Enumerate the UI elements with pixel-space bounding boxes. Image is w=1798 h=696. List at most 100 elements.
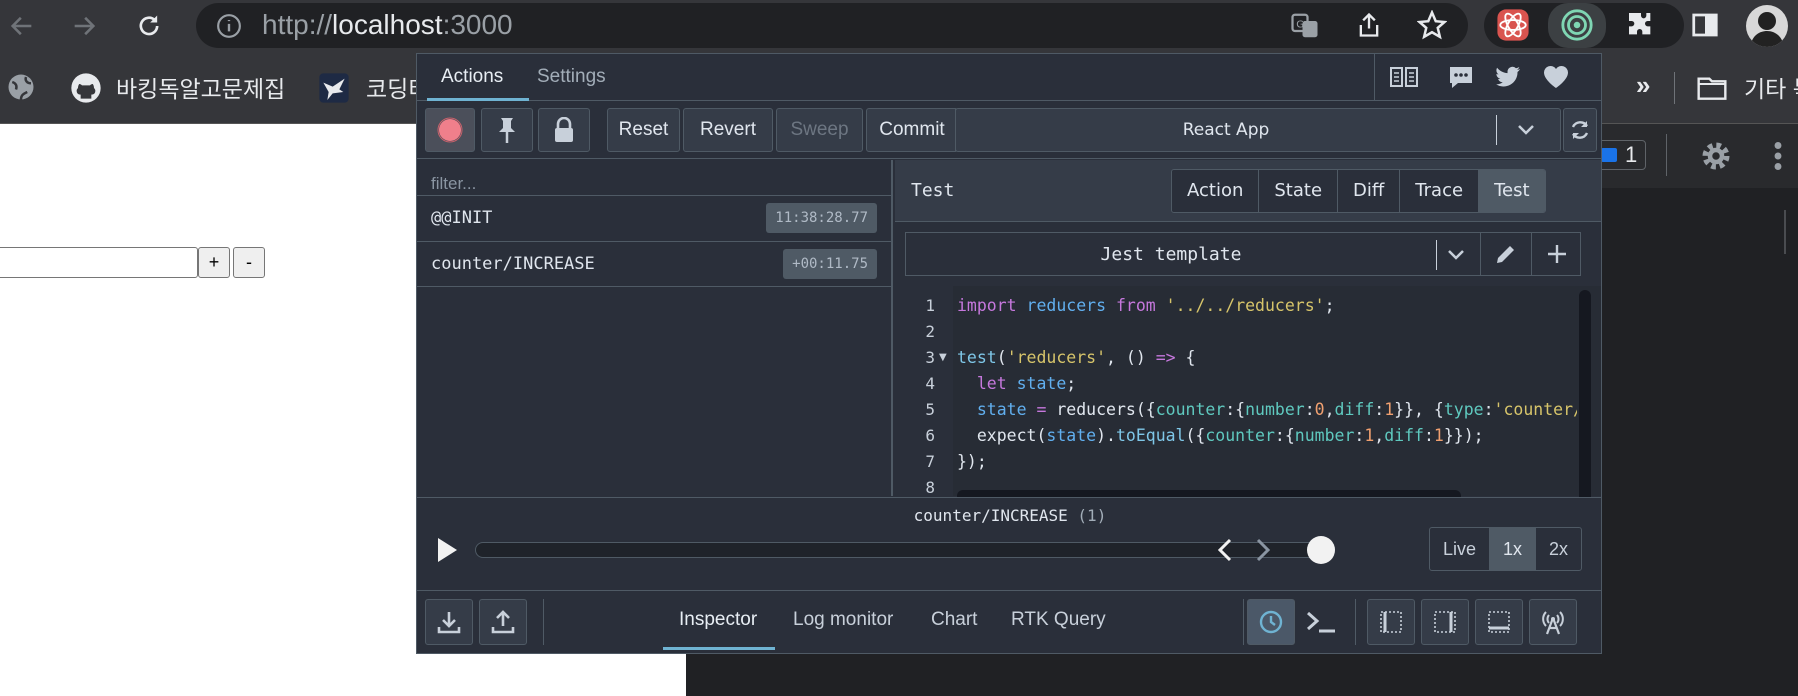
code-editor[interactable]: 1 2 3 ▼ 4 5 6 7 8 import reducers from '…: [895, 286, 1601, 510]
speed-live[interactable]: Live: [1430, 528, 1489, 570]
number-input[interactable]: [0, 247, 198, 278]
step-forward-icon[interactable]: [1255, 538, 1271, 562]
bookmark-3[interactable]: 기타 북: [1744, 70, 1798, 104]
slider-knob[interactable]: [1307, 536, 1335, 564]
chevron-down-icon: [1518, 125, 1534, 135]
profile-avatar[interactable]: [1746, 5, 1788, 47]
upload-icon: [491, 610, 515, 634]
plus-icon: [1548, 245, 1566, 263]
step-back-icon[interactable]: [1217, 538, 1233, 562]
increase-button[interactable]: +: [198, 247, 230, 278]
history-icon: [1259, 610, 1283, 634]
twitter-icon[interactable]: [1493, 63, 1523, 91]
book-icon[interactable]: [1389, 63, 1419, 91]
devtools-resizer[interactable]: [1784, 210, 1786, 254]
mode-test[interactable]: Test: [1478, 170, 1545, 212]
url-port: :3000: [442, 9, 513, 40]
speed-2x[interactable]: 2x: [1535, 528, 1581, 570]
add-template-button[interactable]: [1532, 233, 1582, 275]
monitor-rtk-query[interactable]: RTK Query: [1011, 609, 1106, 631]
monitor-log[interactable]: Log monitor: [793, 609, 893, 631]
heart-icon[interactable]: [1541, 63, 1571, 91]
dock-bottom-icon: [1488, 611, 1510, 633]
share-icon[interactable]: [1355, 10, 1383, 40]
folder-icon: [1697, 77, 1727, 100]
gear-icon[interactable]: [1698, 138, 1734, 174]
issues-count: 1: [1625, 142, 1638, 167]
bird-icon: [319, 73, 349, 103]
pin-icon: [499, 118, 515, 143]
info-icon[interactable]: [216, 13, 242, 39]
footer-bar: Inspector Log monitor Chart RTK Query: [417, 590, 1601, 653]
redux-devtools-popup: Actions Settings Reset Revert Sweep Comm…: [416, 53, 1602, 654]
url-text[interactable]: http://localhost:3000: [262, 8, 513, 42]
forward-button[interactable]: [64, 6, 104, 46]
reload-button[interactable]: [129, 6, 169, 46]
slider-track[interactable]: [475, 542, 1335, 558]
slider-action: counter/INCREASE: [913, 506, 1068, 525]
export-button[interactable]: [479, 599, 527, 645]
bookmark-2[interactable]: 코딩터: [366, 70, 420, 104]
dock-right-button[interactable]: [1421, 599, 1469, 645]
filter-input[interactable]: filter...: [431, 174, 476, 194]
sweep-button[interactable]: Sweep: [776, 108, 863, 152]
translate-icon[interactable]: G: [1290, 11, 1320, 41]
commit-button[interactable]: Commit: [866, 108, 958, 152]
template-select[interactable]: Jest template: [905, 232, 1581, 276]
tab-settings[interactable]: Settings: [537, 66, 606, 88]
side-panel-icon[interactable]: [1690, 10, 1720, 40]
decrease-button[interactable]: -: [233, 247, 265, 278]
redux-devtools-icon[interactable]: [1560, 8, 1594, 42]
footer-divider: [1355, 599, 1356, 645]
antenna-icon: [1542, 611, 1564, 635]
speed-1x[interactable]: 1x: [1489, 528, 1536, 570]
lock-button[interactable]: [538, 108, 590, 152]
inspector-title: Test: [911, 180, 955, 201]
mode-diff[interactable]: Diff: [1337, 170, 1400, 212]
kebab-menu-icon[interactable]: [1770, 138, 1786, 174]
bookmarks-overflow[interactable]: »: [1636, 70, 1650, 101]
url-scheme: http://: [262, 9, 333, 40]
instance-name: React App: [1182, 120, 1270, 140]
bookmark-star-icon[interactable]: [1417, 10, 1447, 40]
issues-badge[interactable]: 1: [1596, 140, 1646, 170]
chat-icon[interactable]: [1446, 63, 1476, 91]
persist-button[interactable]: [481, 108, 533, 152]
record-icon: [437, 117, 463, 143]
react-devtools-icon[interactable]: [1496, 8, 1530, 42]
mode-action[interactable]: Action: [1172, 170, 1259, 212]
mode-state[interactable]: State: [1258, 170, 1338, 212]
action-time: +00:11.75: [783, 249, 877, 279]
monitor-inspector[interactable]: Inspector: [679, 609, 757, 631]
mode-trace[interactable]: Trace: [1399, 170, 1479, 212]
globe-icon[interactable]: [6, 72, 36, 102]
puzzle-icon[interactable]: [1625, 9, 1657, 41]
play-icon[interactable]: [435, 536, 459, 564]
action-row-init[interactable]: @@INIT 11:38:28.77: [417, 195, 891, 241]
import-button[interactable]: [425, 599, 473, 645]
monitor-chart[interactable]: Chart: [931, 609, 977, 631]
action-row-increase[interactable]: counter/INCREASE +00:11.75: [417, 241, 891, 287]
bookmark-1[interactable]: 바킹독알고문제집: [116, 70, 285, 104]
code-line-4: let state;: [976, 374, 1077, 393]
edit-template-button[interactable]: [1481, 233, 1531, 275]
vertical-scrollbar[interactable]: [1579, 290, 1591, 510]
dock-left-icon: [1380, 611, 1402, 633]
tab-actions[interactable]: Actions: [441, 66, 503, 88]
dock-bottom-button[interactable]: [1475, 599, 1523, 645]
revert-button[interactable]: Revert: [683, 108, 773, 152]
reload-icon: [139, 15, 159, 36]
footer-divider: [1243, 599, 1244, 645]
fold-arrow-icon[interactable]: ▼: [939, 352, 947, 363]
terminal-button[interactable]: [1297, 599, 1345, 645]
dock-left-button[interactable]: [1367, 599, 1415, 645]
speed-selector: Live 1x 2x: [1429, 527, 1583, 571]
devtools-divider: [1666, 134, 1667, 176]
dispatcher-toggle[interactable]: [1247, 599, 1295, 645]
reset-button[interactable]: Reset: [607, 108, 680, 152]
remote-button[interactable]: [1529, 599, 1577, 645]
back-button[interactable]: [2, 6, 42, 46]
instance-select[interactable]: React App: [955, 108, 1561, 152]
sync-button[interactable]: [1563, 108, 1597, 152]
record-button[interactable]: [425, 108, 475, 152]
